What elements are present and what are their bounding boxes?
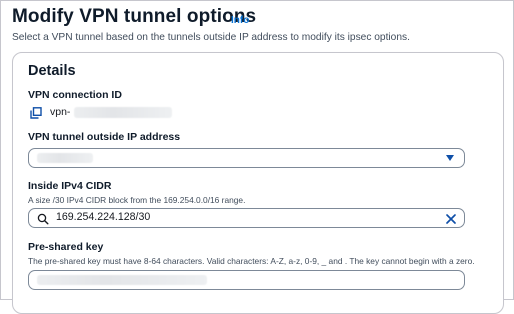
vpn-connection-id-label: VPN connection ID bbox=[28, 89, 122, 101]
redacted-connection-id bbox=[74, 107, 172, 118]
details-heading: Details bbox=[28, 63, 76, 79]
inside-cidr-label: Inside IPv4 CIDR bbox=[28, 180, 112, 192]
pre-shared-key-input[interactable] bbox=[28, 270, 465, 290]
pre-shared-key-label: Pre-shared key bbox=[28, 241, 104, 253]
redacted-ip-value bbox=[37, 153, 93, 163]
copy-icon[interactable] bbox=[30, 106, 42, 119]
search-icon bbox=[37, 212, 49, 225]
inside-cidr-input[interactable]: 169.254.224.128/30 bbox=[28, 208, 465, 228]
tunnel-outside-ip-label: VPN tunnel outside IP address bbox=[28, 131, 181, 143]
inside-cidr-value: 169.254.224.128/30 bbox=[56, 211, 151, 223]
caret-down-icon bbox=[446, 155, 454, 161]
pre-shared-key-hint: The pre-shared key must have 8-64 charac… bbox=[28, 256, 475, 266]
redacted-pre-shared-key bbox=[37, 275, 207, 285]
tunnel-outside-ip-select[interactable] bbox=[28, 148, 465, 168]
info-link[interactable]: Info bbox=[231, 15, 249, 26]
page-description: Select a VPN tunnel based on the tunnels… bbox=[12, 32, 410, 43]
clear-icon[interactable] bbox=[445, 212, 457, 224]
vpn-connection-id-value: vpn- bbox=[50, 106, 71, 118]
inside-cidr-hint: A size /30 IPv4 CIDR block from the 169.… bbox=[28, 195, 246, 205]
page-title: Modify VPN tunnel options bbox=[12, 6, 257, 27]
